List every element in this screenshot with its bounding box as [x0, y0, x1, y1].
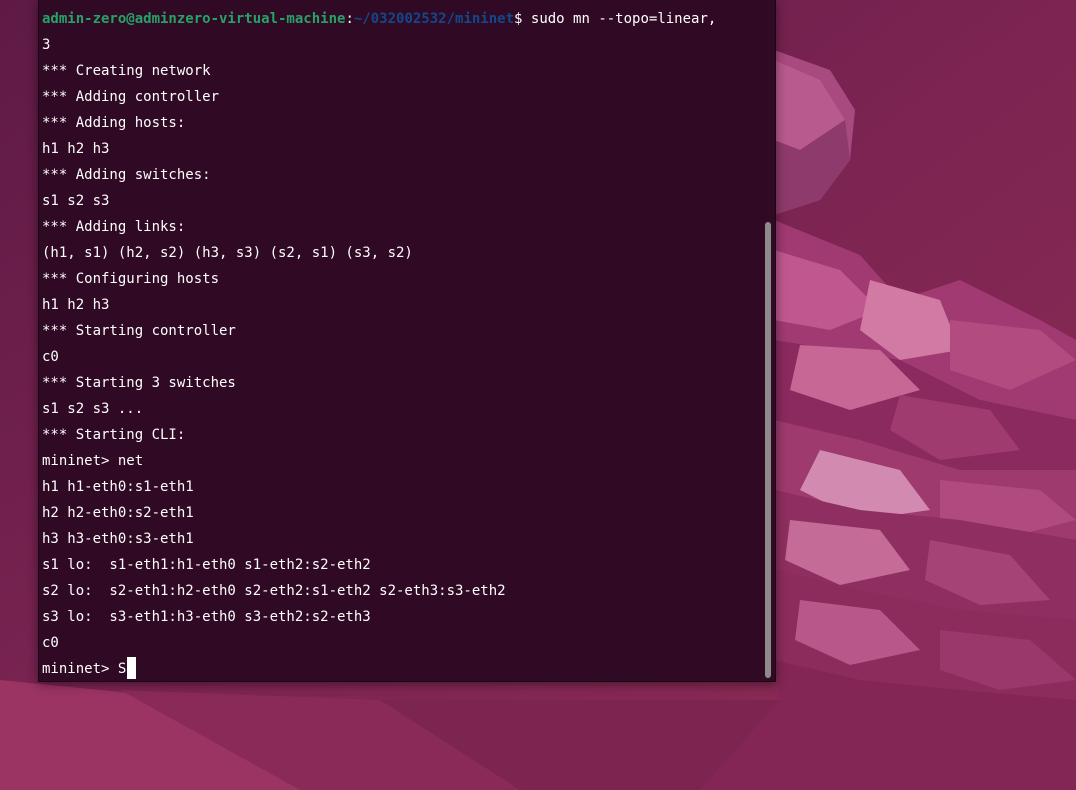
output-line: *** Adding hosts: [42, 115, 186, 131]
terminal-output[interactable]: admin-zero@adminzero-virtual-machine:~/0… [42, 0, 761, 681]
output-line: *** Starting controller [42, 323, 236, 339]
output-line: *** Starting 3 switches [42, 375, 236, 391]
output-line: *** Starting CLI: [42, 427, 186, 443]
prompt-colon: : [345, 11, 354, 27]
prompt-user-host: admin-zero@adminzero-virtual-machine [42, 11, 346, 27]
output-line: *** Creating network [42, 63, 211, 79]
output-line: h2 h2-eth0:s2-eth1 [42, 505, 194, 521]
output-line: s1 s2 s3 [42, 193, 110, 209]
output-line: s1 lo: s1-eth1:h1-eth0 s1-eth2:s2-eth2 [42, 557, 371, 573]
output-line: mininet> net [42, 453, 144, 469]
output-line: h1 h2 h3 [42, 297, 110, 313]
output-line: s1 s2 s3 ... [42, 401, 144, 417]
terminal-window[interactable]: admin-zero@adminzero-virtual-machine:~/0… [38, 0, 776, 682]
output-line: *** Adding links: [42, 219, 186, 235]
scrollbar-thumb[interactable] [765, 222, 771, 678]
output-line: h1 h2 h3 [42, 141, 110, 157]
output-line: s3 lo: s3-eth1:h3-eth0 s3-eth2:s2-eth3 [42, 609, 371, 625]
output-line: s2 lo: s2-eth1:h2-eth0 s2-eth2:s1-eth2 s… [42, 583, 506, 599]
output-line: c0 [42, 635, 59, 651]
current-input-text: mininet> S [42, 661, 127, 677]
output-line: *** Configuring hosts [42, 271, 220, 287]
output-line: c0 [42, 349, 59, 365]
input-line[interactable]: mininet> S [42, 656, 137, 681]
terminal-scrollbar[interactable] [765, 2, 771, 679]
output-line: *** Adding switches: [42, 167, 211, 183]
command-line: admin-zero@adminzero-virtual-machine:~/0… [42, 6, 716, 32]
output-line: (h1, s1) (h2, s2) (h3, s3) (s2, s1) (s3,… [42, 245, 413, 261]
prompt-path: ~/032002532/mininet [353, 11, 515, 27]
output-line: h1 h1-eth0:s1-eth1 [42, 479, 194, 495]
output-line: 3 [42, 37, 51, 53]
command-text: sudo mn --topo=linear, [522, 11, 717, 27]
output-line: h3 h3-eth0:s3-eth1 [42, 531, 194, 547]
text-cursor [127, 657, 137, 679]
output-line: *** Adding controller [42, 89, 220, 105]
